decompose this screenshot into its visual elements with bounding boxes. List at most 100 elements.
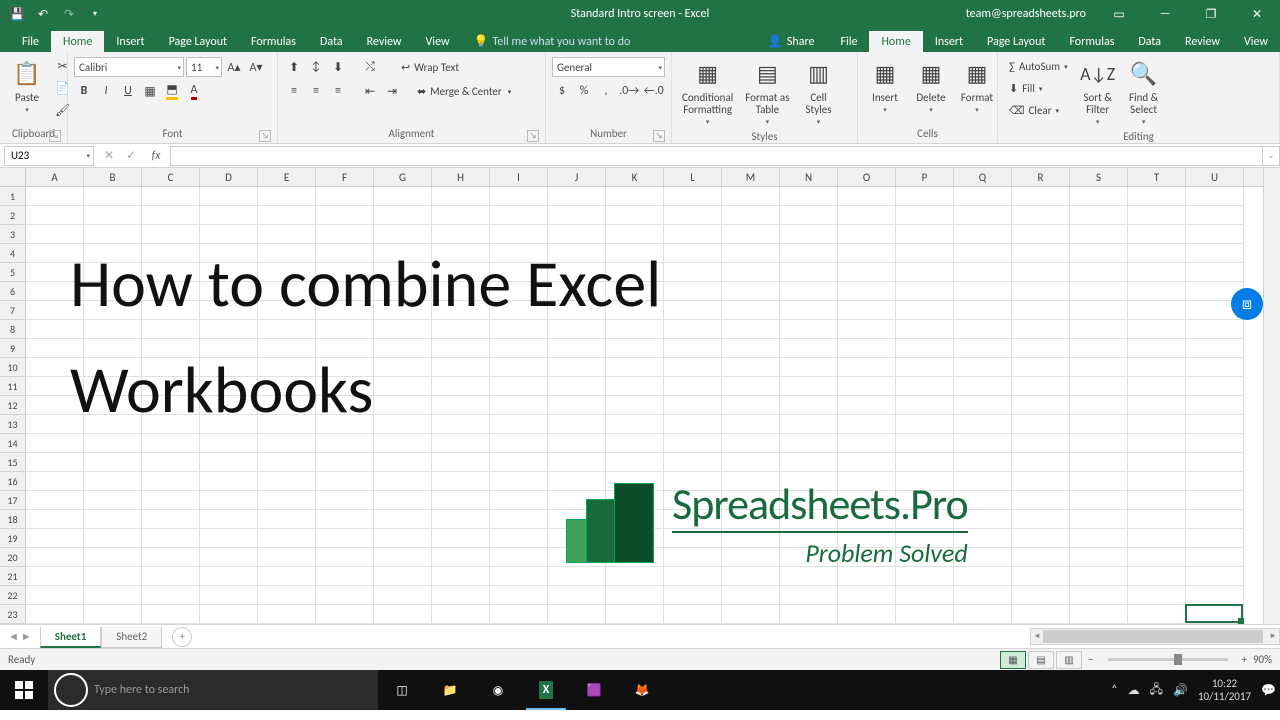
row-header-19[interactable]: 19 (0, 529, 25, 548)
cell[interactable] (142, 206, 200, 225)
cell[interactable] (1070, 586, 1128, 605)
row-header-16[interactable]: 16 (0, 472, 25, 491)
cell[interactable] (954, 187, 1012, 206)
cell[interactable] (316, 567, 374, 586)
cell[interactable] (26, 206, 84, 225)
enter-formula-icon[interactable]: ✓ (120, 148, 142, 163)
close-icon[interactable]: ✕ (1234, 0, 1280, 28)
cell[interactable] (258, 187, 316, 206)
cell[interactable] (722, 453, 780, 472)
cell[interactable] (722, 282, 780, 301)
cell[interactable] (1070, 282, 1128, 301)
cell[interactable] (780, 453, 838, 472)
cell[interactable] (954, 567, 1012, 586)
sheet-tab-sheet2[interactable]: Sheet2 (101, 627, 162, 648)
cell[interactable] (1070, 529, 1128, 548)
cell[interactable] (1070, 453, 1128, 472)
fill-button[interactable]: ⬇Fill▾ (1004, 78, 1073, 98)
expand-formula-icon[interactable]: ⌄ (1262, 146, 1280, 166)
tab-file[interactable]: File (10, 31, 51, 52)
tab-insert[interactable]: Insert (923, 31, 975, 52)
cell[interactable] (954, 339, 1012, 358)
cell[interactable] (1070, 358, 1128, 377)
cell[interactable] (1070, 320, 1128, 339)
cell[interactable] (1128, 320, 1186, 339)
cell[interactable] (1128, 472, 1186, 491)
cell[interactable] (896, 415, 954, 434)
cell[interactable] (432, 548, 490, 567)
zoom-level[interactable]: 90% (1253, 653, 1272, 666)
col-header-B[interactable]: B (84, 168, 142, 186)
cell[interactable] (1186, 491, 1244, 510)
cell-styles-button[interactable]: ▥Cell Styles▾ (798, 56, 840, 130)
row-header-14[interactable]: 14 (0, 434, 25, 453)
cell[interactable] (1186, 529, 1244, 548)
cell[interactable] (490, 472, 548, 491)
cell[interactable] (838, 320, 896, 339)
cell[interactable] (1070, 301, 1128, 320)
tab-insert[interactable]: Insert (104, 31, 156, 52)
paste-button[interactable]: 📋 Paste ▾ (6, 56, 48, 118)
taskbar-search[interactable]: Type here to search (48, 670, 378, 710)
cell[interactable] (1186, 415, 1244, 434)
cell[interactable] (780, 244, 838, 263)
cell[interactable] (490, 491, 548, 510)
cell[interactable] (722, 605, 780, 624)
cell[interactable] (316, 529, 374, 548)
col-header-N[interactable]: N (780, 168, 838, 186)
cell[interactable] (1012, 301, 1070, 320)
col-header-H[interactable]: H (432, 168, 490, 186)
cell[interactable] (1186, 453, 1244, 472)
cell[interactable] (1128, 263, 1186, 282)
horizontal-scrollbar[interactable]: ◄► (1030, 628, 1280, 645)
cell[interactable] (258, 491, 316, 510)
cell[interactable] (200, 548, 258, 567)
account-label[interactable]: team@spreadsheets.pro (956, 7, 1096, 21)
decrease-font-icon[interactable]: A▾ (246, 57, 266, 77)
cell[interactable] (1012, 548, 1070, 567)
cell[interactable] (374, 206, 432, 225)
cell[interactable] (1128, 206, 1186, 225)
cell[interactable] (316, 453, 374, 472)
tab-formulas[interactable]: Formulas (239, 31, 308, 52)
cell[interactable] (432, 453, 490, 472)
cell[interactable] (374, 586, 432, 605)
tab-file[interactable]: File (828, 31, 869, 52)
cell[interactable] (664, 339, 722, 358)
cell[interactable] (896, 605, 954, 624)
cell[interactable] (548, 453, 606, 472)
italic-button[interactable]: I (96, 81, 116, 101)
align-left-icon[interactable]: ≡ (284, 81, 304, 101)
cell[interactable] (780, 263, 838, 282)
cell[interactable] (780, 605, 838, 624)
cell[interactable] (1186, 320, 1244, 339)
col-header-L[interactable]: L (664, 168, 722, 186)
task-view-icon[interactable]: ◫ (378, 670, 426, 710)
cell[interactable] (374, 567, 432, 586)
file-explorer-icon[interactable]: 📁 (426, 670, 474, 710)
cell[interactable] (200, 567, 258, 586)
cell[interactable] (548, 206, 606, 225)
cell[interactable] (954, 244, 1012, 263)
cell[interactable] (606, 567, 664, 586)
cell[interactable] (780, 206, 838, 225)
cell[interactable] (664, 320, 722, 339)
cell[interactable] (780, 434, 838, 453)
cell[interactable] (1012, 510, 1070, 529)
row-header-23[interactable]: 23 (0, 605, 25, 624)
cancel-formula-icon[interactable]: ✕ (98, 148, 120, 163)
tab-data[interactable]: Data (1126, 31, 1173, 52)
cell[interactable] (1186, 510, 1244, 529)
cell[interactable] (548, 605, 606, 624)
start-button[interactable] (0, 670, 48, 710)
cell[interactable] (374, 491, 432, 510)
cell[interactable] (1012, 358, 1070, 377)
redo-icon[interactable]: ↷ (58, 3, 80, 25)
delete-cells-button[interactable]: ▦Delete▾ (910, 56, 952, 118)
cell[interactable] (258, 529, 316, 548)
col-header-S[interactable]: S (1070, 168, 1128, 186)
cell[interactable] (896, 567, 954, 586)
dropbox-badge-icon[interactable]: ⧈ (1231, 288, 1263, 320)
save-icon[interactable]: 💾 (6, 3, 28, 25)
cell[interactable] (1070, 605, 1128, 624)
